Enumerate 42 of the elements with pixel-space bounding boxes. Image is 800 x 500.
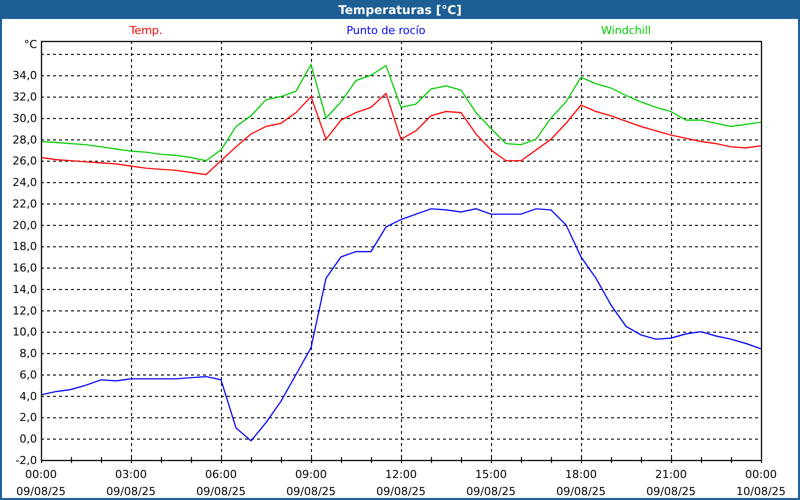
y-tick-label: 34,0: [12, 69, 37, 82]
x-tick-label: 00:00: [745, 468, 777, 481]
x-tick-label: 03:00: [115, 468, 147, 481]
y-tick-label: 8,0: [20, 347, 37, 360]
legend-label: Punto de rocío: [346, 24, 426, 37]
y-tick-label: 0,0: [20, 432, 37, 446]
y-tick-label: 32,0: [12, 90, 37, 104]
y-tick-label: 16,0: [12, 262, 37, 275]
x-tick-label: 09/08/25: [466, 485, 516, 498]
y-tick-label: 4,0: [20, 390, 37, 403]
y-tick-label: 30,0: [12, 112, 37, 125]
y-axis-unit: °C: [24, 38, 37, 51]
x-tick-label: 06:00: [205, 468, 237, 481]
x-tick-label: 09/08/25: [646, 485, 696, 498]
x-tick-label: 09/08/25: [106, 485, 156, 498]
x-tick-label: 21:00: [655, 468, 687, 481]
y-tick-label: 28,0: [12, 133, 37, 146]
y-tick-label: 24,0: [12, 176, 37, 190]
x-tick-label: 10/08/25: [736, 485, 786, 498]
y-tick-label: 20,0: [12, 218, 37, 232]
y-tick-label: 26,0: [12, 154, 37, 168]
y-tick-label: 2,0: [20, 411, 37, 424]
legend-label: Temp.: [130, 24, 162, 37]
x-tick-label: 09/08/25: [286, 485, 336, 498]
window-title: Temperaturas [°C]: [2, 0, 798, 19]
x-tick-label: 18:00: [565, 468, 597, 481]
x-tick-label: 09/08/25: [556, 485, 606, 498]
x-tick-label: 12:00: [385, 468, 417, 481]
y-tick-label: -2,0: [16, 454, 37, 467]
x-tick-label: 09/08/25: [16, 485, 66, 498]
x-tick-label: 00:00: [25, 468, 57, 481]
x-tick-label: 15:00: [475, 468, 507, 481]
y-tick-label: 22,0: [12, 197, 37, 210]
y-tick-label: 12,0: [12, 304, 37, 318]
x-tick-label: 09/08/25: [196, 485, 246, 498]
x-tick-label: 09:00: [295, 468, 327, 481]
y-tick-label: 14,0: [12, 282, 37, 296]
y-tick-label: 6,0: [20, 368, 37, 382]
x-tick-label: 09/08/25: [376, 485, 426, 498]
legend-label: Windchill: [601, 24, 651, 37]
y-tick-label: 18,0: [12, 240, 37, 254]
y-tick-label: 10,0: [12, 326, 37, 339]
